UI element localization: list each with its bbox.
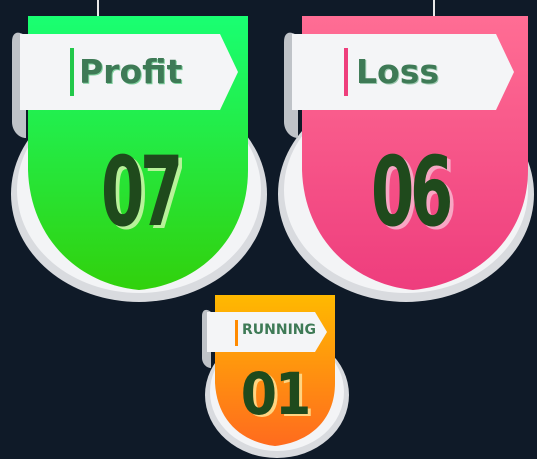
- loss-label: Loss: [356, 52, 439, 91]
- running-value: 01: [240, 360, 312, 428]
- profit-label: Profit: [79, 52, 183, 91]
- loss-value: 06: [371, 136, 453, 248]
- loss-tag-accent: [344, 48, 348, 96]
- running-label: RUNNING: [242, 322, 316, 338]
- running-tag-accent: [235, 320, 238, 346]
- profit-card: Profit 07: [0, 0, 270, 305]
- profit-tag-accent: [70, 48, 74, 96]
- loss-card: Loss 06: [270, 0, 537, 305]
- running-card: RUNNING 01: [195, 290, 355, 459]
- profit-value: 07: [101, 136, 183, 248]
